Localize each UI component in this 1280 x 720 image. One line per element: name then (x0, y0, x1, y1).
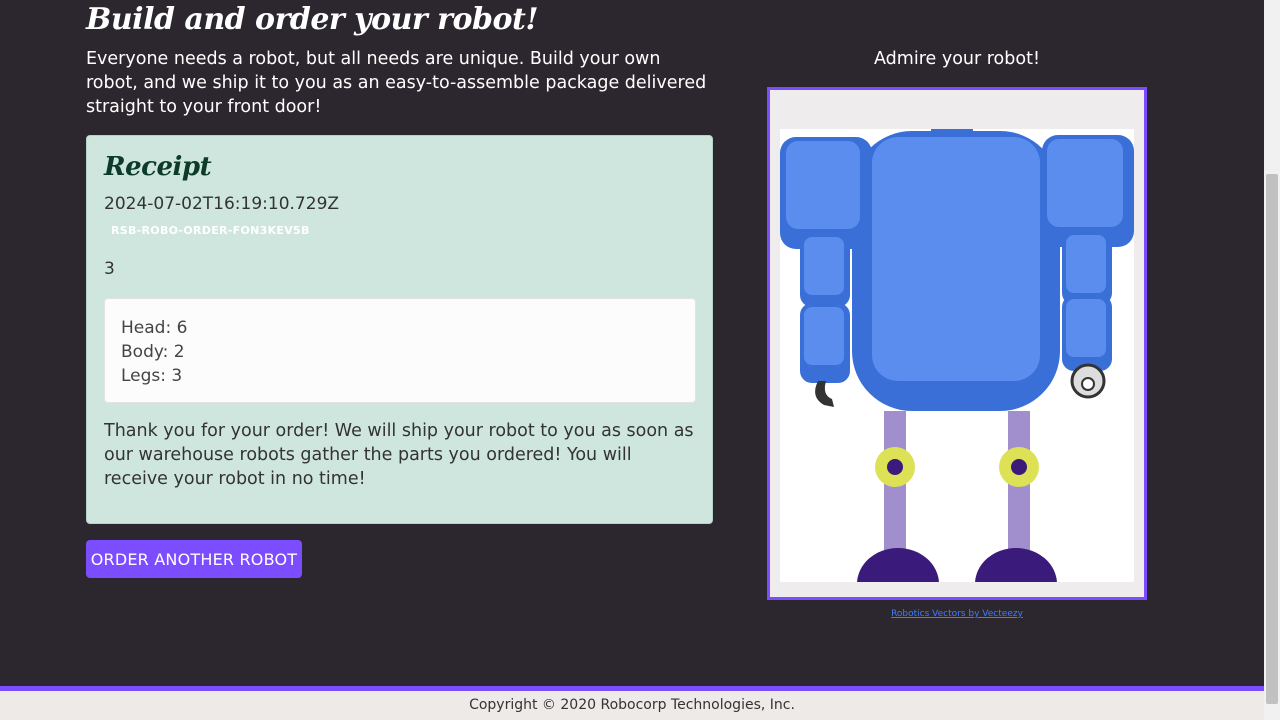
robot-left-knee-center (887, 459, 903, 475)
robot-right-upper-arm-panel (1066, 235, 1106, 293)
robot-right-shoulder-panel (1047, 139, 1123, 227)
robot-left-shoulder-panel (786, 141, 860, 229)
page: Build and order your robot! Everyone nee… (0, 0, 1280, 720)
footer: Copyright © 2020 Robocorp Technologies, … (0, 691, 1264, 720)
page-title: Build and order your robot! (86, 2, 539, 37)
robot-preview-image (780, 129, 1134, 582)
preview-heading: Admire your robot! (874, 49, 1040, 69)
scrollbar-thumb[interactable] (1266, 174, 1278, 704)
receipt-address: 3 (104, 259, 115, 279)
receipt-order-id: RSB-ROBO-ORDER-FON3KEV5B (111, 224, 310, 237)
part-head: Head: 6 (121, 318, 188, 338)
receipt-timestamp: 2024-07-02T16:19:10.729Z (104, 194, 340, 214)
part-legs: Legs: 3 (121, 366, 183, 386)
robot-left-upper-arm-panel (804, 237, 844, 295)
robot-right-claw-center (1081, 377, 1095, 391)
robot-body-panel (872, 137, 1040, 381)
robot-right-foot (975, 548, 1057, 582)
receipt-panel: Receipt 2024-07-02T16:19:10.729Z RSB-ROB… (86, 135, 713, 524)
receipt-thanks-text: Thank you for your order! We will ship y… (104, 421, 694, 489)
vecteezy-credit-link[interactable]: Robotics Vectors by Vecteezy (767, 609, 1147, 619)
robot-left-foot (857, 548, 939, 582)
robot-right-forearm-panel (1066, 299, 1106, 357)
order-another-button[interactable]: ORDER ANOTHER ROBOT (86, 540, 302, 578)
intro-text: Everyone needs a robot, but all needs ar… (86, 49, 707, 117)
robot-preview-frame (767, 87, 1147, 600)
parts-list: Head: 6 Body: 2 Legs: 3 (104, 298, 696, 403)
receipt-title: Receipt (104, 152, 212, 182)
copyright-text: Copyright © 2020 Robocorp Technologies, … (469, 697, 795, 713)
robot-left-hook (815, 381, 834, 407)
robot-left-forearm-panel (804, 307, 844, 365)
part-body: Body: 2 (121, 342, 185, 362)
robot-illustration (780, 129, 1134, 582)
robot-right-knee-center (1011, 459, 1027, 475)
